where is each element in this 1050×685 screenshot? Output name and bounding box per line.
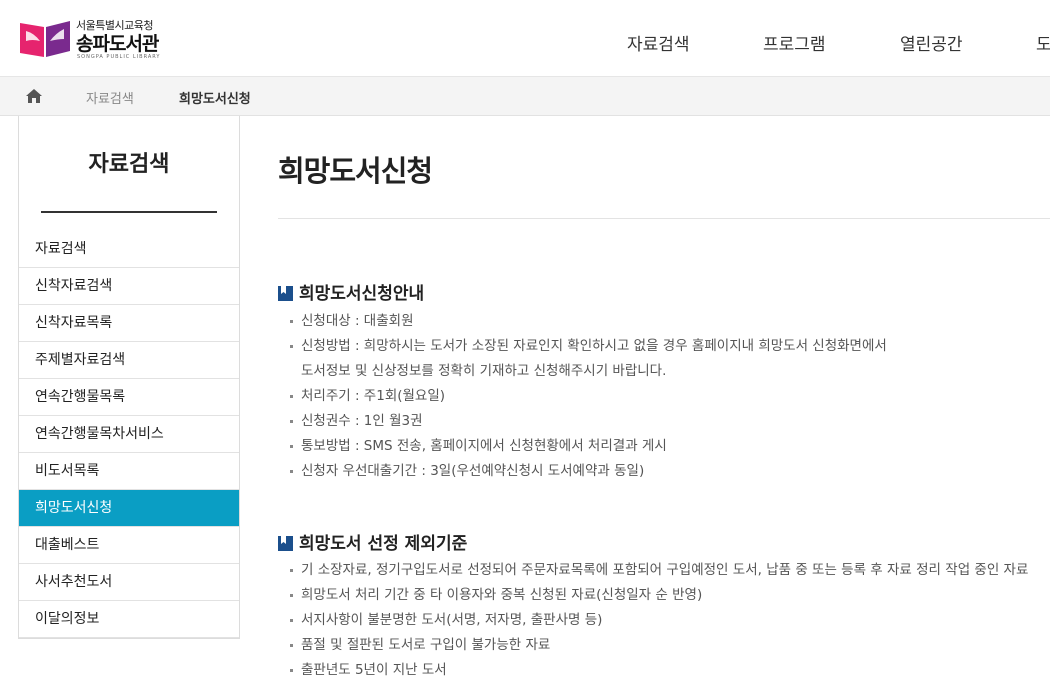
sidebar-item-monthly-info[interactable]: 이달의정보 xyxy=(19,601,239,638)
list-item: 기 소장자료, 정기구입도서로 선정되어 주문자료목록에 포함되어 구입예정인 … xyxy=(289,558,1050,583)
list-item: 품절 및 절판된 도서로 구입이 불가능한 자료 xyxy=(289,633,1050,658)
section-title-exclusion-text: 희망도서 선정 제외기준 xyxy=(299,534,468,554)
book-logo-icon xyxy=(20,21,70,57)
breadcrumb-item-search[interactable]: 자료검색 xyxy=(86,88,134,107)
library-logo[interactable]: 서울특별시교육청 송파도서관 SONGPA PUBLIC LIBRARY xyxy=(18,15,168,63)
logo-english: SONGPA PUBLIC LIBRARY xyxy=(77,54,161,60)
nav-item-search[interactable]: 자료검색 xyxy=(627,30,690,55)
exclusion-list: 기 소장자료, 정기구입도서로 선정되어 주문자료목록에 포함되어 구입예정인 … xyxy=(289,558,1050,683)
nav-item-open-space[interactable]: 열린공간 xyxy=(900,30,963,55)
sidebar-item-serials-list[interactable]: 연속간행물목록 xyxy=(19,379,239,416)
list-item: 처리주기 : 주1회(월요일) xyxy=(289,384,887,409)
sidebar-menu: 자료검색 신착자료검색 신착자료목록 주제별자료검색 연속간행물목록 연속간행물… xyxy=(19,231,239,638)
sidebar-title: 자료검색 xyxy=(88,152,170,177)
list-item: 출판년도 5년이 지난 도서 xyxy=(289,658,1050,683)
site-header: 서울특별시교육청 송파도서관 SONGPA PUBLIC LIBRARY 자료검… xyxy=(0,0,1050,76)
home-icon[interactable] xyxy=(25,88,43,104)
sidebar-item-new-search[interactable]: 신착자료검색 xyxy=(19,268,239,305)
section-title-exclusion: 희망도서 선정 제외기준 xyxy=(278,529,467,554)
logo-title: 송파도서관 xyxy=(76,33,159,55)
section-title-guide: 희망도서신청안내 xyxy=(278,279,424,304)
title-divider xyxy=(278,218,1050,219)
sidebar-item-librarian-picks[interactable]: 사서추천도서 xyxy=(19,564,239,601)
nav-item-program[interactable]: 프로그램 xyxy=(763,30,826,55)
list-item: 서지사항이 불분명한 도서(서명, 저자명, 출판사명 등) xyxy=(289,608,1050,633)
sidebar-item-hope-book[interactable]: 희망도서신청 xyxy=(19,490,239,527)
list-item: 희망도서 처리 기간 중 타 이용자와 중복 신청된 자료(신청일자 순 반영) xyxy=(289,583,1050,608)
bookmark-icon xyxy=(278,536,293,551)
list-item: 신청권수 : 1인 월3권 xyxy=(289,409,887,434)
page-title: 희망도서신청 xyxy=(278,154,433,188)
sidebar-item-new-list[interactable]: 신착자료목록 xyxy=(19,305,239,342)
sidebar-title-divider xyxy=(41,211,217,213)
sidebar-item-loan-best[interactable]: 대출베스트 xyxy=(19,527,239,564)
breadcrumb: 자료검색 희망도서신청 xyxy=(0,76,1050,116)
list-item: 신청자 우선대출기간 : 3일(우선예약신청시 도서예약과 동일) xyxy=(289,459,887,484)
sidebar-item-search[interactable]: 자료검색 xyxy=(19,231,239,268)
list-item: 통보방법 : SMS 전송, 홈페이지에서 신청현황에서 처리결과 게시 xyxy=(289,434,887,459)
list-item: 신청방법 : 희망하시는 도서가 소장된 자료인지 확인하시고 없을 경우 홈페… xyxy=(289,334,887,384)
list-item: 신청대상 : 대출회원 xyxy=(289,309,887,334)
nav-item-cut[interactable]: 도 xyxy=(1036,30,1050,55)
sidebar: 자료검색 자료검색 신착자료검색 신착자료목록 주제별자료검색 연속간행물목록 … xyxy=(18,116,240,639)
section-title-guide-text: 희망도서신청안내 xyxy=(299,284,425,304)
breadcrumb-item-current: 희망도서신청 xyxy=(179,92,251,107)
sidebar-item-serials-toc[interactable]: 연속간행물목차서비스 xyxy=(19,416,239,453)
guide-list: 신청대상 : 대출회원 신청방법 : 희망하시는 도서가 소장된 자료인지 확인… xyxy=(289,309,887,484)
sidebar-item-subject-search[interactable]: 주제별자료검색 xyxy=(19,342,239,379)
sidebar-item-nonbook-list[interactable]: 비도서목록 xyxy=(19,453,239,490)
bookmark-icon xyxy=(278,286,293,301)
